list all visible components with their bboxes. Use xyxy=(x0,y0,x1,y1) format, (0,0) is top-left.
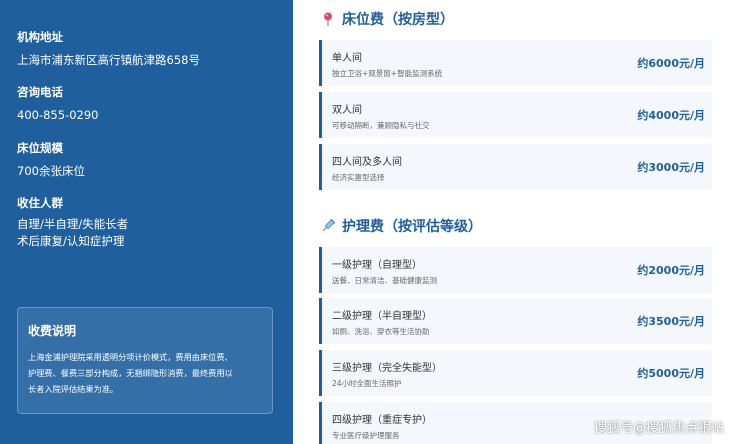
price-card: 二级护理（半自理型） 如厕、洗浴、穿衣等生活协助 约3500元/月 xyxy=(319,298,712,344)
card-desc: 经济实惠型选择 xyxy=(332,173,385,182)
fee-note-line-1: 上海金浦护理院采用透明分项计价模式，费用由床位费、 xyxy=(28,352,233,362)
card-price: 约3000元/月 xyxy=(637,161,705,174)
care-fee-heading: 护理费（按评估等级） xyxy=(320,216,482,236)
card-price: 约6000元/月 xyxy=(637,57,705,70)
card-name: 四级护理（重症专护） xyxy=(332,415,432,426)
residents-line-2: 术后康复/认知症护理 xyxy=(17,234,125,248)
price-card: 双人间 可移动隔断，兼顾隐私与社交 约4000元/月 xyxy=(319,92,712,138)
syringe-icon xyxy=(322,218,336,232)
card-name: 四人间及多人间 xyxy=(332,157,402,168)
residents-line-1: 自理/半自理/失能长者 xyxy=(17,217,129,231)
address-block: 机构地址 上海市浦东新区高行镇航津路658号 xyxy=(17,30,200,69)
phone-value: 400-855-0290 xyxy=(17,108,99,122)
beds-block: 床位规模 700余张床位 xyxy=(17,141,85,180)
residents-label: 收住人群 xyxy=(17,196,63,210)
residents-block: 收住人群 自理/半自理/失能长者 术后康复/认知症护理 xyxy=(17,196,128,250)
watermark: 搜狐号@搜狐焦点银站 xyxy=(593,421,724,436)
card-name: 一级护理（自理型） xyxy=(332,260,422,271)
beds-value: 700余张床位 xyxy=(17,164,85,178)
card-price: 约4000元/月 xyxy=(637,109,705,122)
card-desc: 专业医疗级护理服务 xyxy=(332,431,400,440)
main-content: 床位费（按房型） 单人间 独立卫浴+观景窗+智能监测系统 约6000元/月 双人… xyxy=(293,0,740,444)
fee-note-title: 收费说明 xyxy=(28,324,77,338)
price-card: 三级护理（完全失能型） 24小时全面生活照护 约5000元/月 xyxy=(319,350,712,396)
pin-icon xyxy=(324,12,332,26)
bed-fee-title: 床位费（按房型） xyxy=(342,12,454,28)
card-desc: 送餐、日常清洁、基础健康监测 xyxy=(332,276,437,285)
fee-note-line-2: 护理费、餐费三部分构成，无捆绑隐形消费，最终费用以 xyxy=(28,368,233,378)
phone-label: 咨询电话 xyxy=(17,85,63,99)
card-desc: 如厕、洗浴、穿衣等生活协助 xyxy=(332,327,430,336)
bed-fee-heading: 床位费（按房型） xyxy=(320,9,454,29)
card-desc: 可移动隔断，兼顾隐私与社交 xyxy=(332,121,430,130)
care-fee-title: 护理费（按评估等级） xyxy=(342,219,482,235)
phone-block: 咨询电话 400-855-0290 xyxy=(17,85,98,124)
fee-note-box: 收费说明 上海金浦护理院采用透明分项计价模式，费用由床位费、 护理费、餐费三部分… xyxy=(17,307,273,414)
card-price: 约5000元/月 xyxy=(637,367,705,380)
card-name: 双人间 xyxy=(332,105,362,116)
card-name: 二级护理（半自理型） xyxy=(332,311,432,322)
price-card: 单人间 独立卫浴+观景窗+智能监测系统 约6000元/月 xyxy=(319,40,712,86)
address-label: 机构地址 xyxy=(17,30,63,44)
card-desc: 独立卫浴+观景窗+智能监测系统 xyxy=(332,69,443,78)
fee-note-line-3: 长者入院评估结果为准。 xyxy=(28,384,119,394)
fee-note-text: 上海金浦护理院采用透明分项计价模式，费用由床位费、 护理费、餐费三部分构成，无捆… xyxy=(28,349,262,397)
card-name: 单人间 xyxy=(332,53,362,64)
card-price: 约2000元/月 xyxy=(637,264,705,277)
price-card: 四人间及多人间 经济实惠型选择 约3000元/月 xyxy=(319,144,712,190)
address-value: 上海市浦东新区高行镇航津路658号 xyxy=(17,53,200,67)
card-price: 约3500元/月 xyxy=(637,315,705,328)
beds-label: 床位规模 xyxy=(17,141,63,155)
price-card: 一级护理（自理型） 送餐、日常清洁、基础健康监测 约2000元/月 xyxy=(319,247,712,293)
card-name: 三级护理（完全失能型） xyxy=(332,363,442,374)
sidebar: 机构地址 上海市浦东新区高行镇航津路658号 咨询电话 400-855-0290… xyxy=(0,0,293,444)
card-desc: 24小时全面生活照护 xyxy=(332,379,402,388)
